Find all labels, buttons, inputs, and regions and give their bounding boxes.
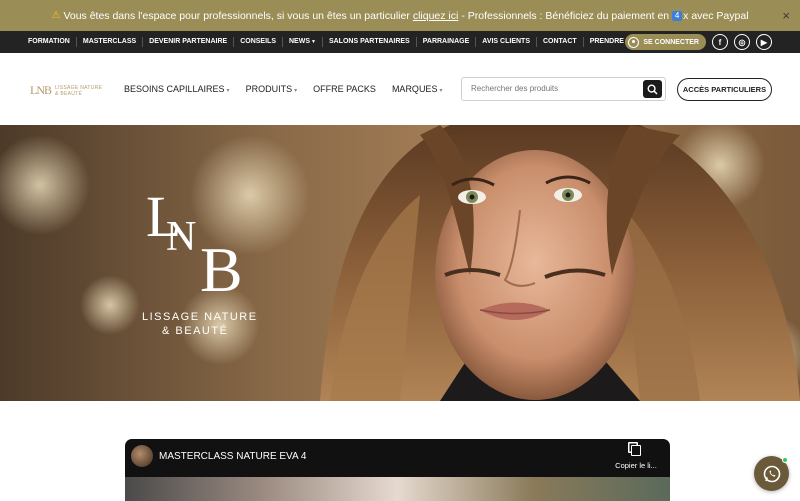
topnav-item-avis[interactable]: AVIS CLIENTS <box>476 37 537 47</box>
instagram-icon[interactable]: ◎ <box>734 34 750 50</box>
search-icon <box>647 83 658 95</box>
nav-marques[interactable]: MARQUES ▾ <box>392 84 443 94</box>
installments-badge: 4 <box>672 10 683 21</box>
login-button[interactable]: SE CONNECTER <box>625 34 706 50</box>
video-embed[interactable]: MASTERCLASS NATURE EVA 4 Copier le li... <box>125 439 670 501</box>
announcement-link[interactable]: cliquez ici <box>413 10 459 22</box>
logo-text-2: & BEAUTÉ <box>55 90 83 97</box>
nav-label: OFFRE PACKS <box>313 84 376 94</box>
youtube-icon[interactable]: ▶ <box>756 34 772 50</box>
hero-tagline-2: & BEAUTÉ <box>162 325 229 337</box>
topnav-item-formation[interactable]: FORMATION <box>22 37 77 47</box>
hero-banner: L N B LISSAGE NATURE & BEAUTÉ <box>0 125 800 401</box>
announcement-text-end: x avec Paypal <box>683 9 749 22</box>
site-header: LNB LISSAGE NATURE & BEAUTÉ BESOINS CAPI… <box>0 53 800 125</box>
video-thumbnail[interactable] <box>125 477 670 501</box>
search-box <box>461 77 666 101</box>
user-icon <box>628 36 640 48</box>
chevron-down-icon: ▼ <box>311 39 316 45</box>
nav-label: PRODUITS <box>245 84 293 94</box>
announcement-bar: ⚠ Vous êtes dans l'espace pour professio… <box>0 0 800 31</box>
logo-mark: LNB <box>30 83 52 97</box>
close-icon[interactable]: × <box>782 8 790 23</box>
nav-offre-packs[interactable]: OFFRE PACKS <box>313 84 376 94</box>
whatsapp-button[interactable] <box>754 456 789 491</box>
chevron-down-icon: ▾ <box>294 88 298 94</box>
hero-logo-n: N <box>166 214 197 260</box>
hero-tagline-1: LISSAGE NATURE <box>142 311 258 323</box>
search-button[interactable] <box>643 80 662 98</box>
topnav-item-news[interactable]: NEWS▼ <box>283 37 323 47</box>
channel-avatar[interactable] <box>131 445 153 467</box>
facebook-icon[interactable]: f <box>712 34 728 50</box>
copy-link-label: Copier le li... <box>615 461 657 470</box>
whatsapp-icon <box>763 465 780 482</box>
nav-besoins-capillaires[interactable]: BESOINS CAPILLAIRES ▾ <box>124 84 230 94</box>
copy-icon <box>631 445 641 456</box>
topnav-item-conseils[interactable]: CONSEILS <box>234 37 283 47</box>
announcement-text-after: - Professionnels : Bénéficiez du paiemen… <box>461 9 670 22</box>
search-input[interactable] <box>471 84 631 93</box>
hero-logo-b: B <box>200 234 243 305</box>
nav-produits[interactable]: PRODUITS ▾ <box>246 84 298 94</box>
topnav-item-masterclass[interactable]: MASTERCLASS <box>77 37 144 47</box>
online-indicator <box>782 457 788 463</box>
login-label: SE CONNECTER <box>643 38 699 46</box>
topnav-item-contact[interactable]: CONTACT <box>537 37 584 47</box>
hero-logo: L N B LISSAGE NATURE & BEAUTÉ <box>140 184 260 345</box>
nav-label: MARQUES <box>391 84 438 94</box>
warning-icon: ⚠ <box>51 10 61 21</box>
hero-image <box>0 125 800 401</box>
topnav-news-label: NEWS <box>289 38 310 45</box>
topnav-right: SE CONNECTER f ◎ ▶ <box>625 34 772 50</box>
topnav-item-parrainage[interactable]: PARRAINAGE <box>417 37 477 47</box>
topnav-item-devenir-partenaire[interactable]: DEVENIR PARTENAIRE <box>143 37 235 47</box>
chevron-down-icon: ▾ <box>439 88 443 94</box>
main-navigation: BESOINS CAPILLAIRES ▾ PRODUITS ▾ OFFRE PAC… <box>124 84 458 94</box>
topnav-item-salons[interactable]: SALONS PARTENAIRES <box>323 37 417 47</box>
video-title[interactable]: MASTERCLASS NATURE EVA 4 <box>159 451 306 462</box>
chevron-down-icon: ▾ <box>226 88 230 94</box>
announcement-text: Vous êtes dans l'espace pour professionn… <box>63 9 410 22</box>
copy-link-button[interactable]: Copier le li... <box>614 445 658 470</box>
top-navigation: FORMATION MASTERCLASS DEVENIR PARTENAIRE… <box>0 31 800 53</box>
nav-label: BESOINS CAPILLAIRES <box>124 84 225 94</box>
particuliers-button[interactable]: ACCÈS PARTICULIERS <box>677 78 772 101</box>
site-logo[interactable]: LNB LISSAGE NATURE & BEAUTÉ <box>30 83 102 98</box>
